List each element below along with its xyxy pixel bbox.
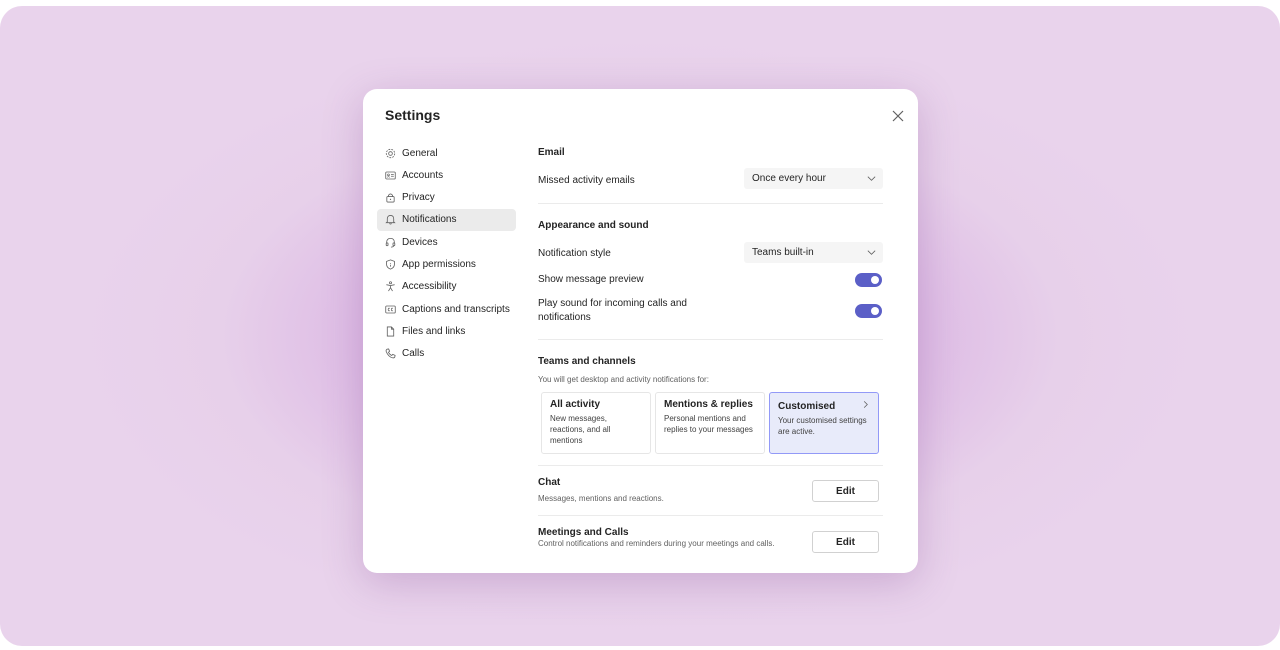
- sidebar-item-general[interactable]: General: [377, 142, 516, 164]
- missed-activity-dropdown[interactable]: Once every hour: [744, 168, 883, 189]
- email-section-title: Email: [538, 147, 565, 158]
- meetings-section-title: Meetings and Calls: [538, 527, 629, 538]
- id-card-icon: [385, 170, 396, 181]
- sidebar-item-app-permissions[interactable]: App permissions: [377, 253, 516, 275]
- meetings-edit-button[interactable]: Edit: [812, 531, 879, 553]
- settings-sidebar: General Accounts Privacy Notifications D…: [377, 142, 516, 365]
- sidebar-item-label: Accessibility: [402, 281, 457, 293]
- settings-dialog: Settings General Accounts Privacy Notifi…: [363, 89, 918, 573]
- sidebar-item-label: Captions and transcripts: [402, 303, 510, 315]
- teams-subtitle: You will get desktop and activity notifi…: [538, 375, 709, 384]
- sidebar-item-label: Calls: [402, 348, 425, 360]
- sidebar-item-label: Devices: [402, 236, 438, 248]
- gear-icon: [385, 148, 396, 159]
- option-card-customised[interactable]: Customised Your customised settings are …: [769, 392, 879, 454]
- sidebar-item-notifications[interactable]: Notifications: [377, 208, 516, 231]
- card-title: Customised: [778, 401, 836, 412]
- sidebar-item-calls[interactable]: Calls: [377, 343, 516, 365]
- bell-icon: [385, 214, 396, 225]
- sidebar-item-label: Privacy: [402, 192, 435, 204]
- notification-style-label: Notification style: [538, 248, 611, 259]
- chat-description: Messages, mentions and reactions.: [538, 494, 664, 503]
- message-preview-toggle[interactable]: [855, 273, 882, 287]
- option-card-all-activity[interactable]: All activity New messages, reactions, an…: [541, 392, 651, 454]
- accessibility-icon: [385, 281, 396, 292]
- card-title: Mentions & replies: [664, 399, 753, 410]
- sidebar-item-devices[interactable]: Devices: [377, 231, 516, 253]
- sidebar-item-captions[interactable]: Captions and transcripts: [377, 298, 516, 320]
- purple-backdrop: Settings General Accounts Privacy Notifi…: [0, 6, 1280, 646]
- sidebar-item-privacy[interactable]: Privacy: [377, 187, 516, 209]
- chevron-down-icon: [866, 247, 877, 258]
- notification-style-dropdown[interactable]: Teams built-in: [744, 242, 883, 263]
- sidebar-item-label: Notifications: [402, 214, 457, 226]
- dialog-title: Settings: [385, 107, 441, 123]
- toggle-knob: [871, 307, 879, 315]
- chevron-right-icon: [861, 400, 870, 409]
- card-description: New messages, reactions, and all mention…: [550, 414, 611, 445]
- sidebar-item-label: Files and links: [402, 325, 466, 337]
- dropdown-value: Teams built-in: [752, 247, 814, 258]
- sidebar-item-accounts[interactable]: Accounts: [377, 164, 516, 186]
- closed-captions-icon: [385, 304, 396, 315]
- card-description: Your customised settings are active.: [778, 416, 867, 436]
- section-divider: [538, 465, 883, 466]
- meetings-description: Control notifications and reminders duri…: [538, 539, 775, 548]
- chat-section-title: Chat: [538, 477, 561, 488]
- section-divider: [538, 515, 883, 516]
- sidebar-item-label: Accounts: [402, 169, 444, 181]
- close-icon: [889, 107, 907, 125]
- section-divider: [538, 203, 883, 204]
- card-description: Personal mentions and replies to your me…: [664, 414, 753, 434]
- chevron-down-icon: [866, 173, 877, 184]
- play-sound-toggle[interactable]: [855, 304, 882, 318]
- sidebar-item-label: General: [402, 147, 438, 159]
- lock-icon: [385, 192, 396, 203]
- card-title: All activity: [550, 399, 601, 410]
- message-preview-label: Show message preview: [538, 274, 644, 285]
- sidebar-item-label: App permissions: [402, 258, 476, 270]
- close-button[interactable]: [889, 107, 907, 125]
- option-card-mentions-replies[interactable]: Mentions & replies Personal mentions and…: [655, 392, 765, 454]
- teams-section-title: Teams and channels: [538, 356, 636, 367]
- missed-activity-label: Missed activity emails: [538, 175, 635, 186]
- document-icon: [385, 326, 396, 337]
- chat-edit-button[interactable]: Edit: [812, 480, 879, 502]
- section-divider: [538, 339, 883, 340]
- sidebar-item-files-and-links[interactable]: Files and links: [377, 320, 516, 342]
- sidebar-item-accessibility[interactable]: Accessibility: [377, 276, 516, 298]
- toggle-knob: [871, 276, 879, 284]
- dropdown-value: Once every hour: [752, 173, 826, 184]
- shield-icon: [385, 259, 396, 270]
- headset-icon: [385, 237, 396, 248]
- phone-icon: [385, 348, 396, 359]
- appearance-section-title: Appearance and sound: [538, 220, 649, 231]
- play-sound-label: Play sound for incoming calls and notifi…: [538, 298, 687, 323]
